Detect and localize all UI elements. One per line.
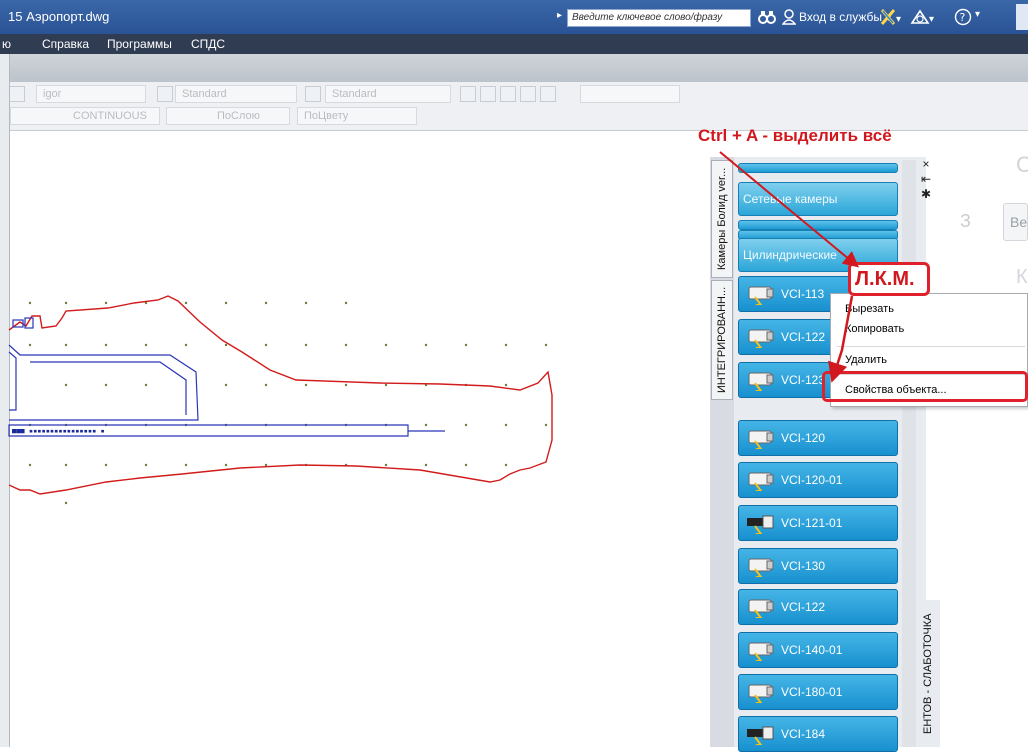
- tab-bolid-cameras[interactable]: Камеры Болид ver...: [711, 160, 733, 278]
- runway-structure: [8, 317, 445, 437]
- camera-item[interactable]: VCI-130: [738, 548, 898, 584]
- camera-icon: [748, 642, 774, 661]
- tab-integrated[interactable]: ИНТЕГРИРОВАНН...: [711, 280, 733, 400]
- camera-label: VCI-123: [781, 373, 826, 387]
- camera-icon: [747, 726, 774, 745]
- palette-scrollbar[interactable]: [902, 160, 916, 747]
- camera-icon: [748, 329, 774, 348]
- lkm-label: Л.К.М.: [855, 268, 915, 290]
- login-button[interactable]: Вход в службы ▾: [799, 10, 891, 24]
- camera-label: VCI-180-01: [781, 685, 843, 699]
- right-panel-button[interactable]: Ве: [1003, 203, 1028, 241]
- camera-item[interactable]: VCI-120: [738, 420, 898, 456]
- camera-item[interactable]: VCI-180-01: [738, 674, 898, 710]
- palette-separator: [738, 163, 898, 173]
- svg-text:▾: ▾: [929, 14, 934, 25]
- camera-label: VCI-120: [781, 431, 826, 445]
- svg-text:?: ?: [960, 11, 966, 24]
- camera-label: VCI-122: [781, 600, 826, 614]
- palette-autohide-icon[interactable]: ⇤: [918, 172, 934, 187]
- properties-highlight: [822, 371, 1028, 402]
- menu-divider: [837, 346, 1025, 347]
- palette-properties-icon[interactable]: ✱: [918, 187, 934, 202]
- site-boundary: [8, 295, 553, 495]
- camera-icon: [747, 515, 774, 534]
- camera-label: VCI-140-01: [781, 643, 843, 657]
- right-panel-three: З: [960, 211, 971, 231]
- right-panel-c: С: [1016, 152, 1028, 177]
- binoculars-icon[interactable]: [758, 9, 776, 25]
- right-panel-k: К: [1016, 266, 1028, 288]
- camera-label: VCI-113: [781, 287, 825, 301]
- menu-item-copy[interactable]: Копировать: [845, 323, 904, 335]
- user-icon[interactable]: [782, 9, 796, 25]
- login-label: Вход в службы: [799, 10, 882, 24]
- group-network-cameras[interactable]: Сетевые камеры: [738, 182, 898, 216]
- help-dropdown-icon[interactable]: ▾: [975, 9, 980, 20]
- palette-controls: × ⇤ ✱: [918, 157, 934, 217]
- camera-icon: [748, 558, 774, 577]
- camera-item[interactable]: VCI-121-01: [738, 505, 898, 541]
- menu-item-cut[interactable]: Вырезать: [845, 303, 894, 315]
- palette-close-icon[interactable]: ×: [918, 157, 934, 172]
- palette-separator: [738, 220, 898, 230]
- ctrl-a-annotation: Ctrl + A - выделить всё: [698, 126, 892, 145]
- tab-slabotochka[interactable]: ЕНТОВ - СЛАБОТОЧКА: [918, 600, 940, 747]
- camera-icon: [748, 472, 774, 491]
- lkm-annotation: Л.К.М.: [848, 262, 930, 296]
- camera-icon: [748, 684, 774, 703]
- camera-icon: [748, 430, 774, 449]
- grid-points: [28, 301, 548, 505]
- camera-label: VCI-122: [781, 330, 826, 344]
- camera-item[interactable]: VCI-120-01: [738, 462, 898, 498]
- camera-label: VCI-130: [781, 559, 826, 573]
- camera-item[interactable]: VCI-122: [738, 589, 898, 625]
- camera-label: VCI-121-01: [781, 516, 843, 530]
- camera-item[interactable]: VCI-140-01: [738, 632, 898, 668]
- a360-icon[interactable]: ▾: [910, 8, 936, 26]
- camera-icon: [748, 372, 774, 391]
- camera-icon: [748, 286, 774, 305]
- window-control-button[interactable]: [1016, 4, 1028, 30]
- runway-label: ■■■ ▪▪▪▪▪▪▪▪▪▪▪▪▪▪▪▪ ▪: [12, 427, 105, 435]
- camera-icon: [748, 599, 774, 618]
- svg-text:▾: ▾: [896, 14, 901, 25]
- exchange-x-icon[interactable]: ▾: [880, 8, 902, 26]
- airport-plan-drawing[interactable]: ■■■ ▪▪▪▪▪▪▪▪▪▪▪▪▪▪▪▪ ▪: [0, 0, 700, 747]
- help-icon[interactable]: ?: [954, 8, 986, 26]
- camera-label: VCI-184: [781, 727, 826, 741]
- menu-item-delete[interactable]: Удалить: [845, 354, 887, 366]
- camera-label: VCI-120-01: [781, 473, 843, 487]
